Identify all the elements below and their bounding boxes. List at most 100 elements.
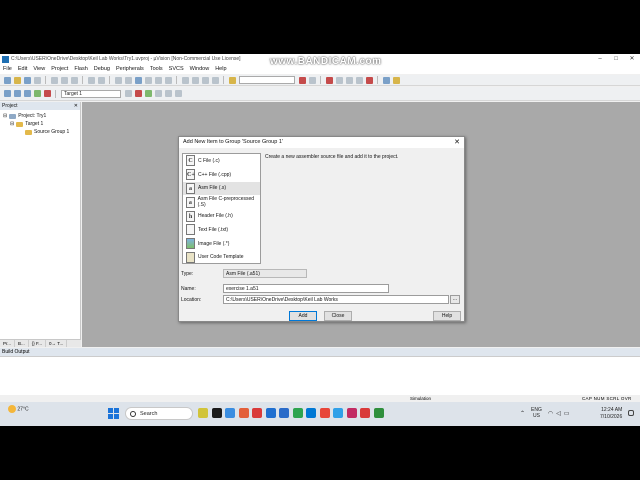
new-file-icon[interactable]	[3, 76, 11, 84]
taskbar-app-icon[interactable]	[333, 408, 343, 418]
project-items-icon[interactable]	[174, 90, 182, 97]
cut-icon[interactable]	[50, 76, 58, 84]
taskbar-app-icon[interactable]	[252, 408, 262, 418]
save-all-icon[interactable]	[33, 76, 41, 84]
list-item-image-file[interactable]: Image File (.*)	[183, 237, 260, 251]
list-item-cpp-file[interactable]: C+ C++ File (.cpp)	[183, 168, 260, 182]
tree-item-source-group[interactable]: Source Group 1	[0, 128, 80, 136]
volume-icon[interactable]: ◁	[556, 410, 561, 417]
menu-file[interactable]: File	[3, 66, 12, 72]
list-item-c-file[interactable]: C C File (.c)	[183, 154, 260, 168]
indent-icon[interactable]	[181, 76, 189, 84]
target-options-icon[interactable]	[124, 90, 132, 97]
menu-debug[interactable]: Debug	[94, 66, 110, 72]
tab-project[interactable]: Pr...	[0, 340, 16, 347]
run-time-env-icon[interactable]	[164, 90, 172, 97]
tree-item-project[interactable]: ⊟ Project: Try1	[0, 112, 80, 120]
nav-forward-icon[interactable]	[124, 76, 132, 84]
add-button[interactable]: Add	[289, 311, 317, 321]
find-combobox[interactable]	[239, 76, 295, 84]
notification-bell-icon[interactable]	[628, 410, 634, 416]
comment-icon[interactable]	[201, 76, 209, 84]
clear-bookmarks-icon[interactable]	[164, 76, 172, 84]
save-icon[interactable]	[23, 76, 31, 84]
menu-project[interactable]: Project	[51, 66, 68, 72]
menu-flash[interactable]: Flash	[74, 66, 87, 72]
incremental-find-icon[interactable]	[308, 76, 316, 84]
redo-icon[interactable]	[97, 76, 105, 84]
copy-icon[interactable]	[60, 76, 68, 84]
close-window-button[interactable]: ✕	[624, 54, 640, 64]
list-item-asm-preprocessed-file[interactable]: a Asm File C-preprocessed (.S)	[183, 195, 260, 209]
taskbar-app-icon[interactable]	[346, 408, 357, 418]
taskbar-app-icon[interactable]	[238, 408, 249, 418]
start-button[interactable]	[108, 408, 119, 419]
stop-build-icon[interactable]	[43, 90, 51, 97]
tab-functions[interactable]: {} F...	[29, 340, 47, 347]
uncomment-icon[interactable]	[211, 76, 219, 84]
browse-button[interactable]: ...	[450, 295, 460, 304]
build-icon[interactable]	[13, 90, 21, 97]
find-in-files-icon[interactable]	[228, 76, 236, 84]
window-layout-icon[interactable]	[382, 76, 390, 84]
help-button[interactable]: Help	[433, 311, 461, 321]
menu-view[interactable]: View	[33, 66, 45, 72]
dialog-close-button[interactable]: ✕	[454, 137, 460, 148]
location-input[interactable]: C:\Users\USER\OneDrive\Desktop\Keil Lab …	[223, 295, 449, 304]
taskbar-app-icon[interactable]	[211, 408, 222, 418]
debug-start-icon[interactable]	[325, 76, 333, 84]
taskbar-app-icon[interactable]	[360, 408, 370, 418]
menu-edit[interactable]: Edit	[18, 66, 27, 72]
batch-build-icon[interactable]	[33, 90, 41, 97]
taskbar-app-icon[interactable]	[319, 408, 330, 418]
menu-help[interactable]: Help	[215, 66, 226, 72]
taskbar-search[interactable]: Search	[125, 407, 193, 420]
taskbar-app-icon[interactable]	[225, 408, 235, 418]
maximize-button[interactable]: □	[608, 54, 624, 64]
taskbar-app-icon[interactable]	[265, 408, 276, 418]
taskbar-app-icon[interactable]	[306, 408, 316, 418]
battery-icon[interactable]: ▭	[564, 410, 570, 417]
tree-item-target[interactable]: ⊟ Target 1	[0, 120, 80, 128]
menu-tools[interactable]: Tools	[150, 66, 163, 72]
tab-templates[interactable]: 0→ T...	[46, 340, 68, 347]
configure-tools-icon[interactable]	[392, 76, 400, 84]
taskbar-app-icon[interactable]	[279, 408, 289, 418]
system-clock[interactable]: 12:24 AM 7/10/2026	[600, 407, 622, 420]
list-item-text-file[interactable]: Text File (.txt)	[183, 223, 260, 237]
menu-svcs[interactable]: SVCS	[169, 66, 184, 72]
menu-window[interactable]: Window	[190, 66, 210, 72]
open-file-icon[interactable]	[13, 76, 21, 84]
menu-peripherals[interactable]: Peripherals	[116, 66, 144, 72]
breakpoint-kill-icon[interactable]	[365, 76, 373, 84]
undo-icon[interactable]	[87, 76, 95, 84]
breakpoint-insert-icon[interactable]	[335, 76, 343, 84]
bookmark-icon[interactable]	[134, 76, 142, 84]
minimize-button[interactable]: –	[592, 54, 608, 64]
next-bookmark-icon[interactable]	[154, 76, 162, 84]
tab-books[interactable]: B...	[15, 340, 29, 347]
paste-icon[interactable]	[70, 76, 78, 84]
unindent-icon[interactable]	[191, 76, 199, 84]
breakpoint-disable-icon[interactable]	[355, 76, 363, 84]
pane-close-icon[interactable]: ✕	[74, 102, 78, 110]
taskbar-app-icon[interactable]	[198, 408, 208, 418]
list-item-header-file[interactable]: h Header File (.h)	[183, 209, 260, 223]
select-packs-icon[interactable]	[144, 90, 152, 97]
list-item-user-code-template[interactable]: User Code Template	[183, 251, 260, 265]
nav-back-icon[interactable]	[114, 76, 122, 84]
collapse-icon[interactable]: ⊟	[3, 112, 7, 120]
weather-widget[interactable]: 27°C	[8, 405, 29, 413]
taskbar-app-icon[interactable]	[292, 408, 303, 418]
pack-installer-icon[interactable]	[154, 90, 162, 97]
collapse-icon[interactable]: ⊟	[10, 120, 14, 128]
find-icon[interactable]	[298, 76, 306, 84]
target-select[interactable]: Target 1	[61, 89, 121, 98]
list-item-asm-file[interactable]: a Asm File (.s)	[183, 181, 260, 196]
name-input[interactable]: exercise 1.a51	[223, 284, 389, 293]
language-indicator[interactable]: ENG US	[531, 407, 542, 419]
translate-icon[interactable]	[3, 90, 11, 97]
build-output-area[interactable]	[0, 356, 640, 396]
taskbar-app-icon[interactable]	[373, 408, 384, 418]
show-hidden-icons-icon[interactable]: ⌃	[520, 410, 525, 417]
